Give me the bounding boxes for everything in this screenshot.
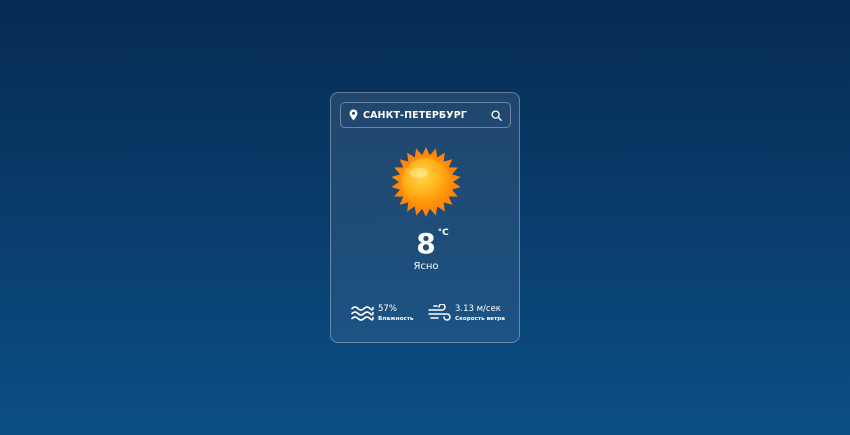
humidity-value: 57% bbox=[378, 303, 397, 314]
search-bar bbox=[340, 102, 511, 128]
humidity-label: Влажность bbox=[378, 315, 414, 322]
temperature-number: 8 bbox=[416, 227, 436, 260]
sun-icon bbox=[390, 146, 462, 218]
wind-detail: 3.13 м/сек Скорость ветра bbox=[427, 303, 505, 323]
temperature-unit: °C bbox=[437, 228, 449, 238]
weather-description: Ясно bbox=[413, 261, 439, 272]
wind-speed-value: 3.13 м/сек bbox=[455, 303, 501, 314]
humidity-detail: 57% Влажность bbox=[350, 303, 414, 323]
search-icon[interactable] bbox=[487, 106, 505, 124]
temperature-value: 8 °C bbox=[416, 227, 448, 261]
weather-card: 8 °C Ясно 57% Влажность 3.13 bbox=[330, 92, 520, 343]
wind-icon bbox=[427, 303, 451, 323]
wind-speed-label: Скорость ветра bbox=[455, 315, 505, 322]
city-input[interactable] bbox=[360, 105, 487, 125]
location-pin-icon bbox=[346, 108, 360, 122]
humidity-waves-icon bbox=[350, 303, 374, 323]
app-background: { "search": { "city_value": "Санкт-Петер… bbox=[0, 0, 850, 435]
